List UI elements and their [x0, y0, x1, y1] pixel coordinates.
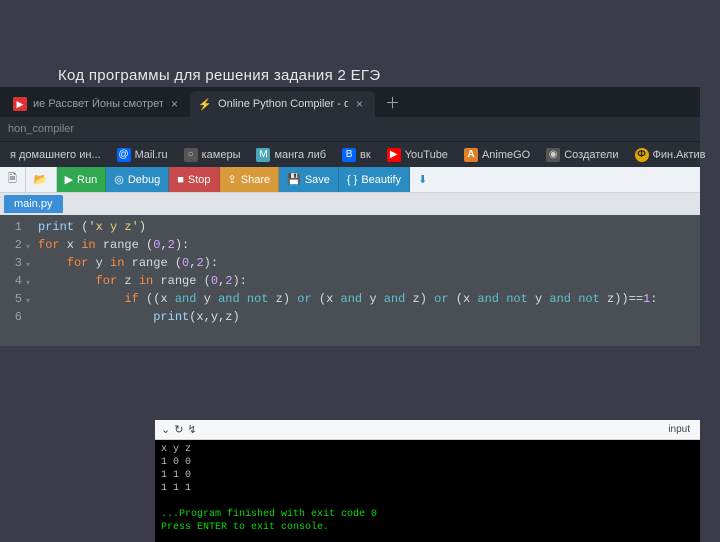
share-icon: ⇪ [228, 173, 237, 186]
download-icon: ⬇ [418, 173, 427, 186]
console-line: 1 1 0 [161, 470, 191, 481]
line-number: 4▾ [0, 272, 22, 290]
globe-icon: ◉ [546, 148, 560, 162]
tab-close-icon[interactable]: × [354, 97, 365, 111]
browser-tab-active[interactable]: ⚡ Online Python Compiler - online × [190, 91, 375, 117]
stop-button[interactable]: ■Stop [169, 167, 219, 192]
tab-favicon-icon: ▶ [13, 97, 27, 111]
line-number: 6 [0, 308, 22, 326]
code-line: for y in range (0,2): [38, 254, 700, 272]
open-file-button[interactable]: 📂 [26, 167, 57, 192]
compiler-toolbar: 🗎 📂 ▶Run ◎Debug ■Stop ⇪Share 💾Save { }Be… [0, 167, 700, 193]
bookmark-mailru[interactable]: @Mail.ru [111, 146, 174, 164]
fold-icon[interactable]: ▾ [26, 275, 30, 293]
code-line: print ('x y z') [38, 218, 700, 236]
bookmark-vk[interactable]: Bвк [336, 146, 377, 164]
console-action-icon[interactable]: ↻ [174, 423, 183, 436]
code-area[interactable]: print ('x y z') for x in range (0,2): fo… [28, 218, 700, 326]
fold-icon[interactable]: ▾ [26, 239, 30, 257]
bookmark-cameras[interactable]: ○камеры [178, 146, 247, 164]
slide-title: Код программы для решения задания 2 ЕГЭ [58, 67, 380, 84]
tab-strip: ▶ ие Рассвет Йоны смотреть × ⚡ Online Py… [0, 87, 700, 117]
mailru-icon: @ [117, 148, 131, 162]
code-line: for x in range (0,2): [38, 236, 700, 254]
share-button[interactable]: ⇪Share [220, 167, 280, 192]
compiler-app: 🗎 📂 ▶Run ◎Debug ■Stop ⇪Share 💾Save { }Be… [0, 167, 700, 346]
bookmark-animego[interactable]: AAnimeGO [458, 146, 536, 164]
console-action-icon[interactable]: ⌄ [161, 423, 170, 436]
console-line: x y z [161, 444, 191, 455]
line-number: 3▾ [0, 254, 22, 272]
bookmark-finaktiv[interactable]: ФФин.Актив [629, 146, 712, 164]
manga-icon: M [256, 148, 270, 162]
console-title: input [668, 424, 690, 435]
console-line: Press ENTER to exit console. [161, 522, 329, 533]
file-tab-bar: main.py [0, 193, 700, 215]
code-line: print(x,y,z) [38, 308, 700, 326]
animego-icon: A [464, 148, 478, 162]
bookmark-mangalib[interactable]: Mманга либ [250, 146, 332, 164]
debug-button[interactable]: ◎Debug [106, 167, 169, 192]
fold-icon[interactable]: ▾ [26, 257, 30, 275]
browser-window: ▶ ие Рассвет Йоны смотреть × ⚡ Online Py… [0, 87, 700, 346]
tab-favicon-icon: ⚡ [198, 97, 212, 111]
line-number: 1 [0, 218, 22, 236]
download-button[interactable]: ⬇ [410, 167, 435, 192]
file-icon: 🗎 [8, 170, 17, 189]
play-icon: ▶ [65, 173, 73, 186]
tab-label: ие Рассвет Йоны смотреть [33, 98, 163, 110]
console-header: ⌄ ↻ ↯ input [155, 420, 700, 440]
console-body[interactable]: x y z 1 0 0 1 1 0 1 1 1 ...Program finis… [155, 440, 700, 542]
line-gutter: 1 2▾ 3▾ 4▾ 5▾ 6 [0, 218, 28, 326]
braces-icon: { } [347, 174, 357, 186]
youtube-icon: ▶ [387, 148, 401, 162]
bookmark-sozdateli[interactable]: ◉Создатели [540, 146, 624, 164]
file-tab[interactable]: main.py [4, 195, 63, 213]
browser-tab-inactive[interactable]: ▶ ие Рассвет Йоны смотреть × [5, 91, 190, 117]
vk-icon: B [342, 148, 356, 162]
new-file-button[interactable]: 🗎 [0, 167, 26, 192]
url-bar[interactable]: hon_compiler [0, 117, 700, 141]
fold-icon[interactable]: ▾ [26, 293, 30, 311]
output-console: ⌄ ↻ ↯ input x y z 1 0 0 1 1 0 1 1 1 ...P… [155, 420, 700, 542]
console-line: 1 1 1 [161, 483, 191, 494]
code-line: if ((x and y and not z) or (x and y and … [38, 290, 700, 308]
bookmark-home[interactable]: я домашнего ин... [4, 147, 107, 163]
run-button[interactable]: ▶Run [57, 167, 107, 192]
stop-icon: ■ [177, 174, 184, 186]
target-icon: ◎ [114, 173, 124, 186]
bookmarks-bar: я домашнего ин... @Mail.ru ○камеры Mманг… [0, 141, 700, 167]
tab-close-icon[interactable]: × [169, 97, 180, 111]
folder-icon: 📂 [34, 173, 48, 186]
line-number: 2▾ [0, 236, 22, 254]
bookmark-youtube[interactable]: ▶YouTube [381, 146, 454, 164]
new-tab-button[interactable]: ＋ [375, 92, 410, 113]
fin-icon: Ф [635, 148, 649, 162]
console-line: 1 0 0 [161, 457, 191, 468]
line-number: 5▾ [0, 290, 22, 308]
code-line: for z in range (0,2): [38, 272, 700, 290]
tab-label: Online Python Compiler - online [218, 98, 348, 110]
camera-icon: ○ [184, 148, 198, 162]
beautify-button[interactable]: { }Beautify [339, 167, 410, 192]
url-path: hon_compiler [8, 123, 74, 135]
bookmark-ya[interactable]: ЯЯМ [715, 146, 720, 164]
console-line: ...Program finished with exit code 0 [161, 509, 377, 520]
save-button[interactable]: 💾Save [279, 167, 339, 192]
save-icon: 💾 [287, 173, 301, 186]
console-action-icon[interactable]: ↯ [187, 423, 196, 436]
code-editor[interactable]: 1 2▾ 3▾ 4▾ 5▾ 6 print ('x y z') for x in… [0, 215, 700, 346]
